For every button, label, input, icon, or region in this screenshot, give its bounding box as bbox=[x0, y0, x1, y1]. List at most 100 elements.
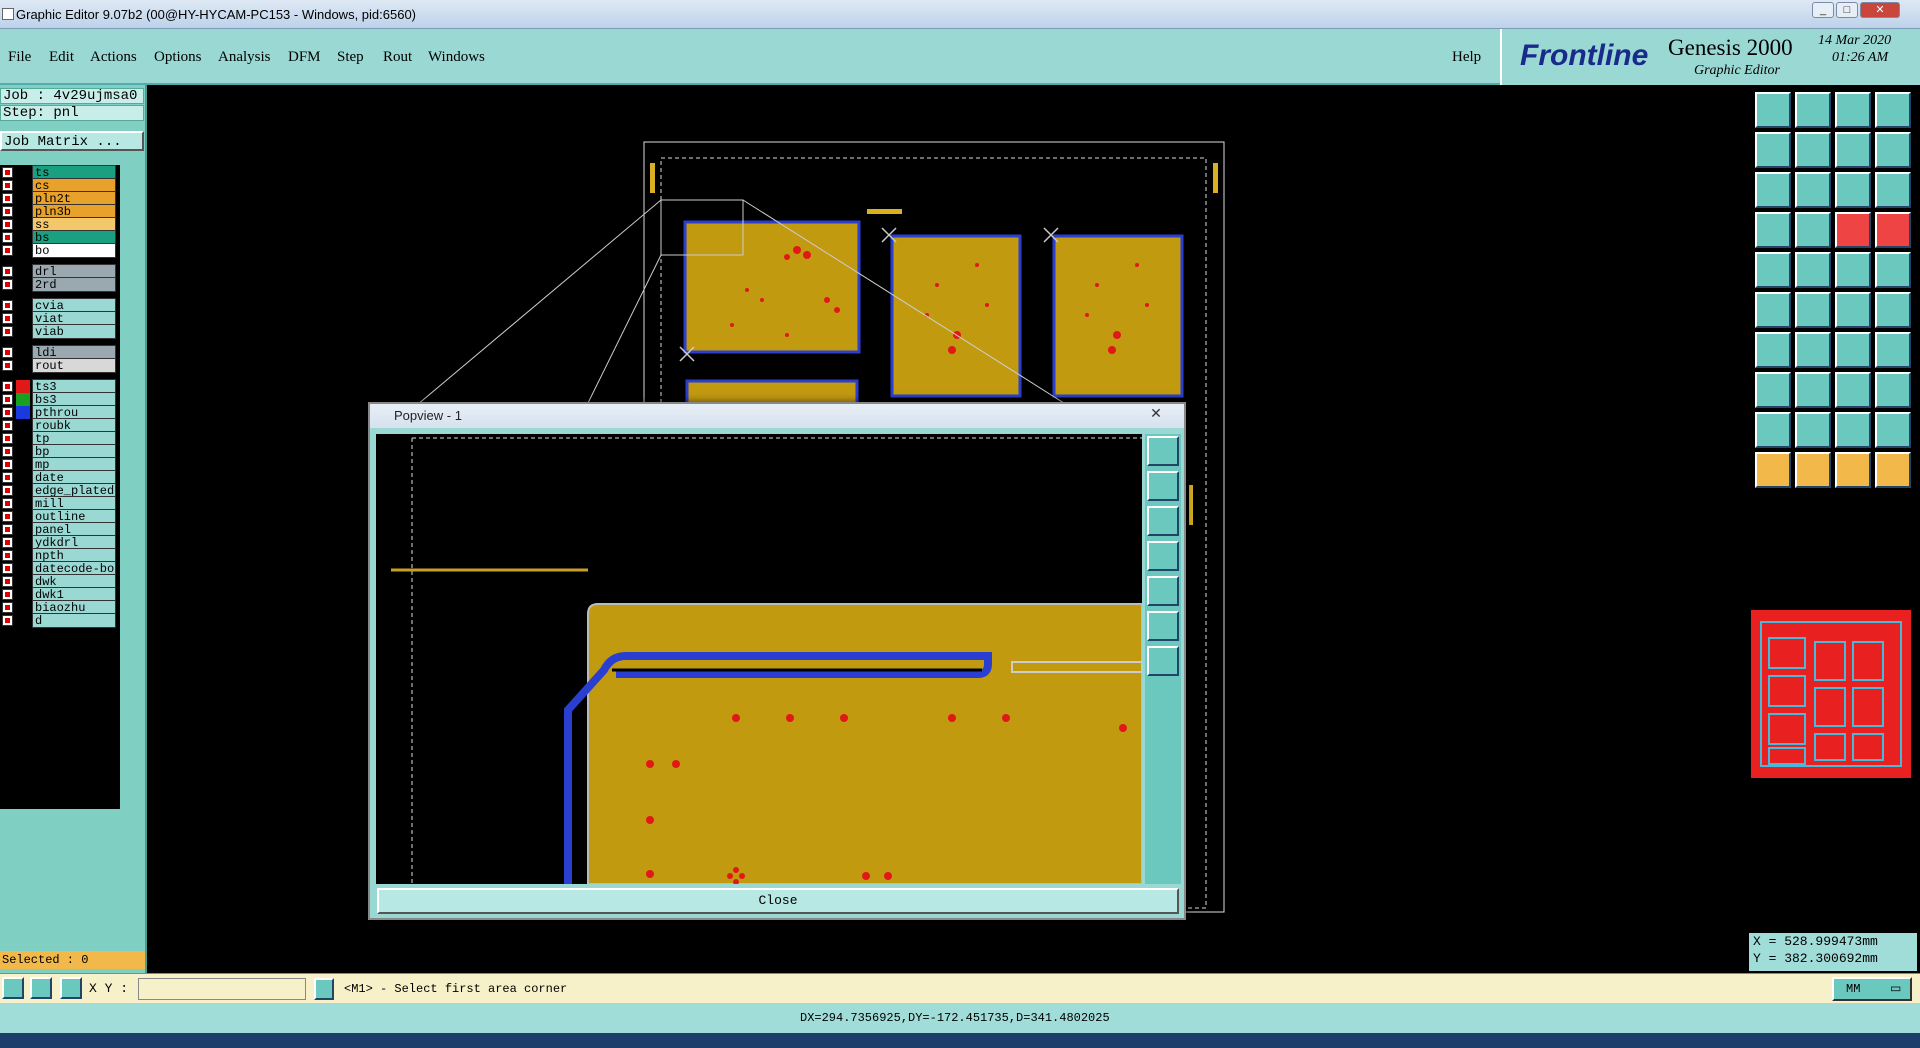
layer-row[interactable]: d bbox=[0, 613, 118, 628]
triangle-a-icon[interactable] bbox=[1795, 412, 1831, 448]
triangle-c-icon[interactable] bbox=[1875, 412, 1911, 448]
surface-icon[interactable] bbox=[1755, 372, 1791, 408]
undo-icon[interactable] bbox=[1835, 132, 1871, 168]
flip-icon[interactable] bbox=[1875, 332, 1911, 368]
net-icon[interactable] bbox=[1755, 292, 1791, 328]
save-icon[interactable] bbox=[1795, 92, 1831, 128]
transform-icon[interactable] bbox=[1835, 372, 1871, 408]
minimize-button[interactable]: _ bbox=[1812, 2, 1834, 18]
layer-affected-checkbox[interactable] bbox=[2, 360, 13, 371]
cursor-icon[interactable] bbox=[1755, 212, 1791, 248]
pan-right-icon[interactable] bbox=[1795, 132, 1831, 168]
layer-affected-checkbox[interactable] bbox=[2, 433, 13, 444]
popview-zoom-in-button[interactable] bbox=[1147, 611, 1179, 641]
layer-affected-checkbox[interactable] bbox=[2, 472, 13, 483]
layer-row[interactable]: 2rd bbox=[0, 277, 118, 292]
layer-display-toggle[interactable] bbox=[16, 278, 30, 291]
layer-affected-checkbox[interactable] bbox=[2, 167, 13, 178]
menu-rout[interactable]: Rout bbox=[383, 49, 412, 66]
layer-name[interactable]: d bbox=[32, 613, 116, 628]
layer-affected-checkbox[interactable] bbox=[2, 459, 13, 470]
measure-icon[interactable] bbox=[1875, 212, 1911, 248]
zoom-fit-icon[interactable] bbox=[1755, 172, 1791, 208]
units-dropdown[interactable]: MM ▭ bbox=[1832, 977, 1912, 1001]
info-button[interactable] bbox=[314, 978, 334, 1000]
layer-affected-checkbox[interactable] bbox=[2, 576, 13, 587]
layer-affected-checkbox[interactable] bbox=[2, 300, 13, 311]
snap-icon[interactable] bbox=[1795, 212, 1831, 248]
snap-mode-icon[interactable] bbox=[2, 977, 24, 999]
popview-pan-up-button[interactable] bbox=[1147, 471, 1179, 501]
pad-icon[interactable] bbox=[1755, 252, 1791, 288]
layer-affected-checkbox[interactable] bbox=[2, 245, 13, 256]
layer-display-toggle[interactable] bbox=[16, 359, 30, 372]
menu-file[interactable]: File bbox=[8, 49, 31, 66]
circle-icon[interactable] bbox=[1875, 252, 1911, 288]
close-window-button[interactable]: ✕ bbox=[1860, 2, 1900, 18]
menu-step[interactable]: Step bbox=[337, 49, 364, 66]
bar-icon[interactable] bbox=[1835, 252, 1871, 288]
layer-affected-checkbox[interactable] bbox=[2, 615, 13, 626]
connect-icon[interactable] bbox=[1835, 292, 1871, 328]
layer-affected-checkbox[interactable] bbox=[2, 180, 13, 191]
layer-affected-checkbox[interactable] bbox=[2, 602, 13, 613]
pan-left-icon[interactable] bbox=[1755, 132, 1791, 168]
layer-affected-checkbox[interactable] bbox=[2, 313, 13, 324]
layer-affected-checkbox[interactable] bbox=[2, 563, 13, 574]
job-matrix-button[interactable]: Job Matrix ... bbox=[0, 131, 144, 151]
menu-analysis[interactable]: Analysis bbox=[218, 49, 271, 66]
cross-icon[interactable] bbox=[1795, 292, 1831, 328]
popview-pan-left-button[interactable] bbox=[1147, 541, 1179, 571]
slash-icon[interactable] bbox=[1755, 332, 1791, 368]
popview-pan-right-button[interactable] bbox=[1147, 576, 1179, 606]
layer-display-toggle[interactable] bbox=[16, 244, 30, 257]
layer-affected-checkbox[interactable] bbox=[2, 420, 13, 431]
panel-icon[interactable] bbox=[1875, 92, 1911, 128]
layer-affected-checkbox[interactable] bbox=[2, 446, 13, 457]
layer-affected-checkbox[interactable] bbox=[2, 498, 13, 509]
layer-affected-checkbox[interactable] bbox=[2, 266, 13, 277]
zoom-center-icon[interactable] bbox=[1795, 172, 1831, 208]
layer-affected-checkbox[interactable] bbox=[2, 232, 13, 243]
layer-affected-checkbox[interactable] bbox=[2, 193, 13, 204]
layer-row[interactable]: viab bbox=[0, 324, 118, 339]
measure-mode-icon[interactable] bbox=[30, 977, 52, 999]
overview-map[interactable] bbox=[1751, 610, 1911, 778]
layer-affected-checkbox[interactable] bbox=[2, 279, 13, 290]
minus-icon[interactable] bbox=[1795, 372, 1831, 408]
menu-windows[interactable]: Windows bbox=[428, 49, 485, 66]
select-icon[interactable] bbox=[1755, 452, 1791, 488]
layer-affected-checkbox[interactable] bbox=[2, 394, 13, 405]
xy-input[interactable] bbox=[138, 978, 306, 1000]
popview-close-x-button[interactable]: ✕ bbox=[1130, 404, 1182, 422]
route-icon[interactable] bbox=[1835, 212, 1871, 248]
layer-affected-checkbox[interactable] bbox=[2, 407, 13, 418]
line-icon[interactable] bbox=[1795, 252, 1831, 288]
popview-viewport[interactable] bbox=[376, 434, 1142, 884]
popview-pan-down-button[interactable] bbox=[1147, 506, 1179, 536]
triangle-b-icon[interactable] bbox=[1835, 412, 1871, 448]
layer-affected-checkbox[interactable] bbox=[2, 206, 13, 217]
menu-dfm[interactable]: DFM bbox=[288, 49, 321, 66]
select-move-icon[interactable] bbox=[1795, 452, 1831, 488]
home-icon[interactable] bbox=[1835, 92, 1871, 128]
layer-name[interactable]: bo bbox=[32, 243, 116, 258]
help-icon[interactable] bbox=[1875, 172, 1911, 208]
arc-icon[interactable] bbox=[1835, 332, 1871, 368]
layer-affected-checkbox[interactable] bbox=[2, 537, 13, 548]
menu-options[interactable]: Options bbox=[154, 49, 202, 66]
layer-name[interactable]: viab bbox=[32, 324, 116, 339]
popview-close-button[interactable]: Close bbox=[377, 888, 1179, 914]
layer-affected-checkbox[interactable] bbox=[2, 381, 13, 392]
maximize-button[interactable]: □ bbox=[1836, 2, 1858, 18]
layer-affected-checkbox[interactable] bbox=[2, 326, 13, 337]
zoom-1-2-icon[interactable] bbox=[1835, 172, 1871, 208]
copy-icon[interactable] bbox=[1875, 372, 1911, 408]
menu-help[interactable]: Help bbox=[1452, 49, 1481, 66]
menu-actions[interactable]: Actions bbox=[90, 49, 137, 66]
layer-name[interactable]: rout bbox=[32, 358, 116, 373]
popview-zoom-out-button[interactable] bbox=[1147, 646, 1179, 676]
popview-zoom-fit-button[interactable] bbox=[1147, 436, 1179, 466]
redo-icon[interactable] bbox=[1875, 132, 1911, 168]
layer-affected-checkbox[interactable] bbox=[2, 511, 13, 522]
